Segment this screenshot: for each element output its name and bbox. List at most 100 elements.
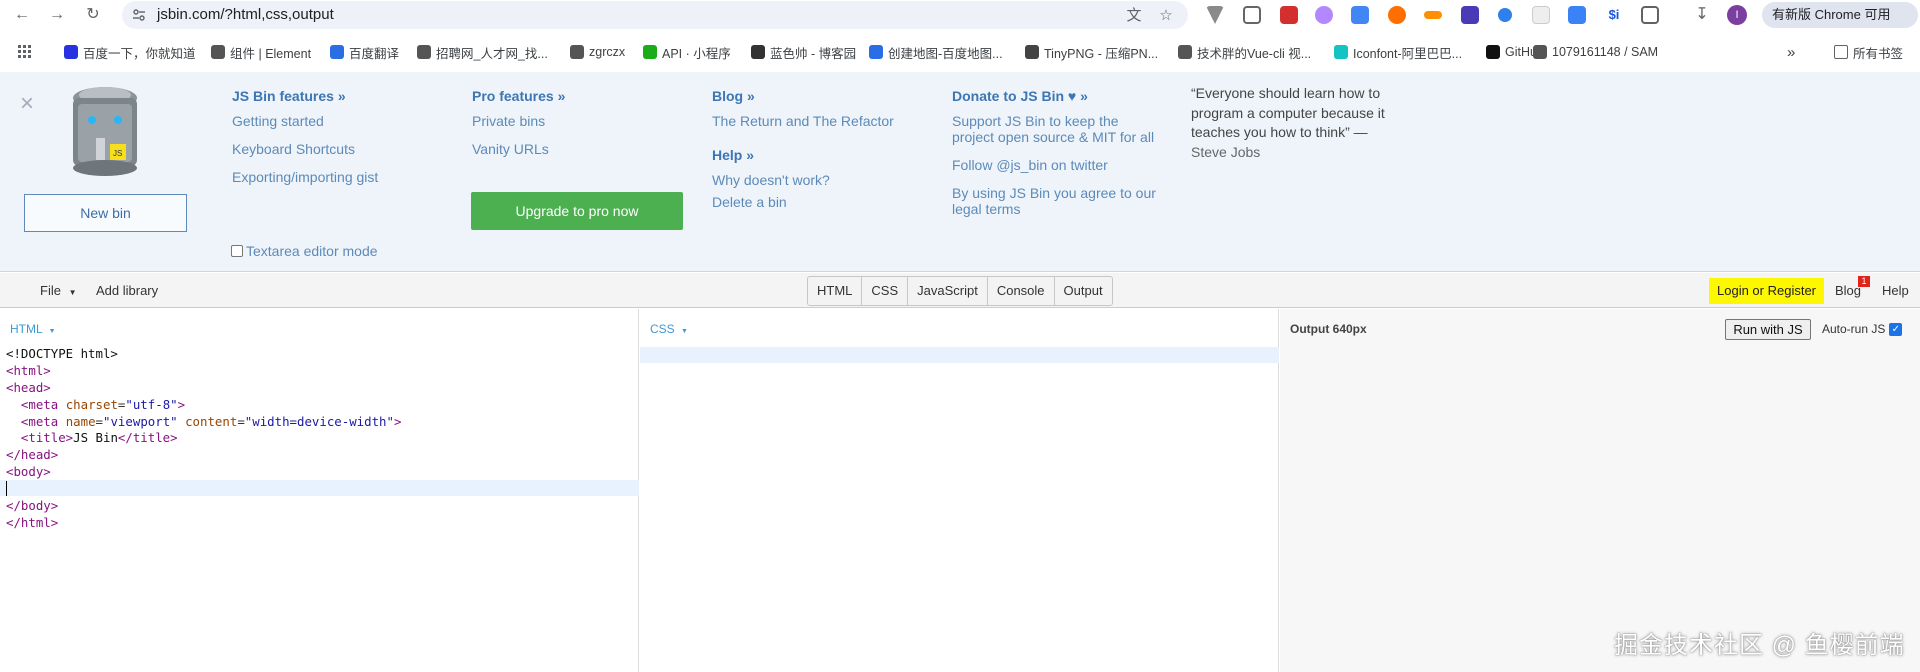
code-line: <html> [6,362,51,378]
tab-css[interactable]: CSS [862,277,909,305]
color-picker-extension-icon[interactable] [1315,6,1333,24]
translate-icon[interactable]: 文 [1125,7,1143,25]
vuetools-extension-icon[interactable] [1206,6,1224,24]
fe-helper-extension-icon[interactable] [1280,6,1298,24]
bookmark-favicon-icon [1533,45,1547,59]
login-register-button[interactable]: Login or Register [1709,278,1824,304]
bookmarks-bar: 百度一下，你就知道 组件 | Element 百度翻译 招聘网_人才网_找... zgr… [0,37,1920,67]
new-bin-button[interactable]: New bin [24,194,187,232]
bookmark-label: 1079161148 / SAM [1552,45,1659,59]
si-extension-icon[interactable]: $i [1605,6,1623,24]
bookmark-item[interactable]: 创建地图-百度地图... [869,43,1003,61]
html-panel-label[interactable]: HTML ▼ [10,322,56,336]
google-translate-extension-icon[interactable] [1351,6,1369,24]
output-panel[interactable]: Output 640px Run with JS Auto-run JS ✓ [1280,309,1920,672]
pro-column: Pro features » Private bins Vanity URLs [472,88,565,169]
code-line: <!DOCTYPE html> [6,346,118,361]
why-doesnt-work-link[interactable]: Why doesn't work? [712,172,894,188]
close-icon[interactable]: × [20,92,34,116]
code-line: <head> [6,379,51,395]
bookmark-item[interactable]: 蓝色帅 - 博客园 [751,43,856,61]
code-line: </html> [6,514,59,530]
bookmark-item[interactable]: 百度一下，你就知道 [64,43,196,61]
bookmark-item[interactable]: Iconfont-阿里巴巴... [1334,43,1462,61]
tab-console[interactable]: Console [988,277,1055,305]
bookmark-favicon-icon [869,45,883,59]
back-arrow-icon[interactable]: ← [11,4,33,26]
blog-heading-link[interactable]: Blog » [712,88,894,104]
video-extension-icon[interactable] [1568,6,1586,24]
help-heading-link[interactable]: Help » [712,147,894,163]
bookmark-item[interactable]: TinyPNG - 压缩PN... [1025,43,1158,61]
url-text[interactable]: jsbin.com/?html,css,output [157,6,334,23]
tab-javascript[interactable]: JavaScript [908,277,988,305]
bookmark-item[interactable]: 1079161148 / SAM [1533,43,1658,61]
bookmark-favicon-icon [64,45,78,59]
vanity-urls-link[interactable]: Vanity URLs [472,141,565,157]
add-library-button[interactable]: Add library [96,283,158,298]
blog-notification-badge: 1 [1858,276,1870,287]
checkbox-unchecked[interactable] [231,245,243,257]
bookmark-label: 蓝色帅 - 博客园 [770,46,857,61]
chrome-update-button[interactable]: 有新版 Chrome 可用 [1762,2,1918,28]
all-bookmarks-folder[interactable]: 所有书签 [1834,43,1903,61]
support-jsbin-link[interactable]: Support JS Bin to keep the project open … [952,113,1162,145]
steve-jobs-quote: “Everyone should learn how to program a … [1191,84,1401,162]
text-cursor [6,481,7,496]
auto-run-js-toggle[interactable]: Auto-run JS ✓ [1822,322,1903,336]
donate-heading-link[interactable]: Donate to JS Bin ♥ » [952,88,1162,104]
file-menu[interactable]: File ▼ [40,283,77,298]
copy-extension-icon[interactable] [1243,6,1261,24]
export-import-gist-link[interactable]: Exporting/importing gist [232,169,378,185]
bookmark-item[interactable]: 百度翻译 [330,43,399,61]
private-bins-link[interactable]: Private bins [472,113,565,129]
download-icon[interactable]: ↧ [1691,4,1713,26]
profile-avatar[interactable]: I [1727,5,1747,25]
code-line: </head> [6,447,59,463]
more-bookmarks-chevron-icon[interactable]: » [1787,43,1795,61]
css-active-line-highlight [640,347,1279,363]
blog-post-link[interactable]: The Return and The Refactor [712,113,894,129]
bookmark-item[interactable]: 招聘网_人才网_找... [417,43,548,61]
follow-twitter-link[interactable]: Follow @js_bin on twitter [952,157,1162,173]
quote-author: Steve Jobs [1191,143,1261,160]
jsbin-info-panel: × JS New bin JS Bin features » Getting s… [0,72,1920,272]
features-heading-link[interactable]: JS Bin features » [232,88,378,104]
checkbox-checked-icon[interactable]: ✓ [1889,322,1903,336]
legal-terms-link[interactable]: By using JS Bin you agree to our legal t… [952,185,1162,217]
textarea-editor-mode-checkbox[interactable]: Textarea editor mode [231,243,378,259]
html-code[interactable]: <!DOCTYPE html> <html> <head> <meta char… [6,346,401,532]
upgrade-to-pro-button[interactable]: Upgrade to pro now [471,192,683,230]
code-line: <body> [6,464,51,480]
apps-grid-icon[interactable] [18,43,32,61]
forward-arrow-icon[interactable]: → [46,4,68,26]
jsbin-logo-icon: JS [73,87,137,176]
orange-extension-icon[interactable] [1388,6,1406,24]
blue-dot-extension-icon[interactable] [1498,8,1512,22]
bookmark-item[interactable]: API · 小程序 [643,43,731,61]
delete-bin-link[interactable]: Delete a bin [712,194,894,210]
extensions-puzzle-icon[interactable] [1641,6,1659,24]
site-settings-icon[interactable] [132,8,146,22]
tab-output[interactable]: Output [1055,277,1112,305]
pro-features-heading-link[interactable]: Pro features » [472,88,565,104]
wave-extension-icon[interactable] [1424,11,1442,19]
help-link[interactable]: Help [1882,283,1909,298]
run-with-js-button[interactable]: Run with JS [1725,319,1811,340]
bookmark-item[interactable]: zgrczx [570,43,625,61]
bookmark-star-icon[interactable]: ☆ [1157,7,1175,25]
getting-started-link[interactable]: Getting started [232,113,378,129]
tab-html[interactable]: HTML [808,277,863,305]
css-panel-label[interactable]: CSS ▼ [650,322,688,336]
bookmark-label: Iconfont-阿里巴巴... [1353,46,1463,61]
keyboard-shortcuts-link[interactable]: Keyboard Shortcuts [232,141,378,157]
blank-extension-icon[interactable] [1532,6,1550,24]
css-editor-panel[interactable]: CSS ▼ [640,309,1279,672]
address-bar[interactable]: jsbin.com/?html,css,output 文 ☆ [122,1,1188,29]
bookmark-label: 创建地图-百度地图... [888,46,1003,61]
purple-extension-icon[interactable] [1461,6,1479,24]
reload-icon[interactable]: ↻ [82,4,104,26]
bookmark-item[interactable]: 组件 | Element [211,43,311,61]
bookmark-item[interactable]: 技术胖的Vue-cli 视... [1178,43,1311,61]
bookmark-favicon-icon [211,45,225,59]
